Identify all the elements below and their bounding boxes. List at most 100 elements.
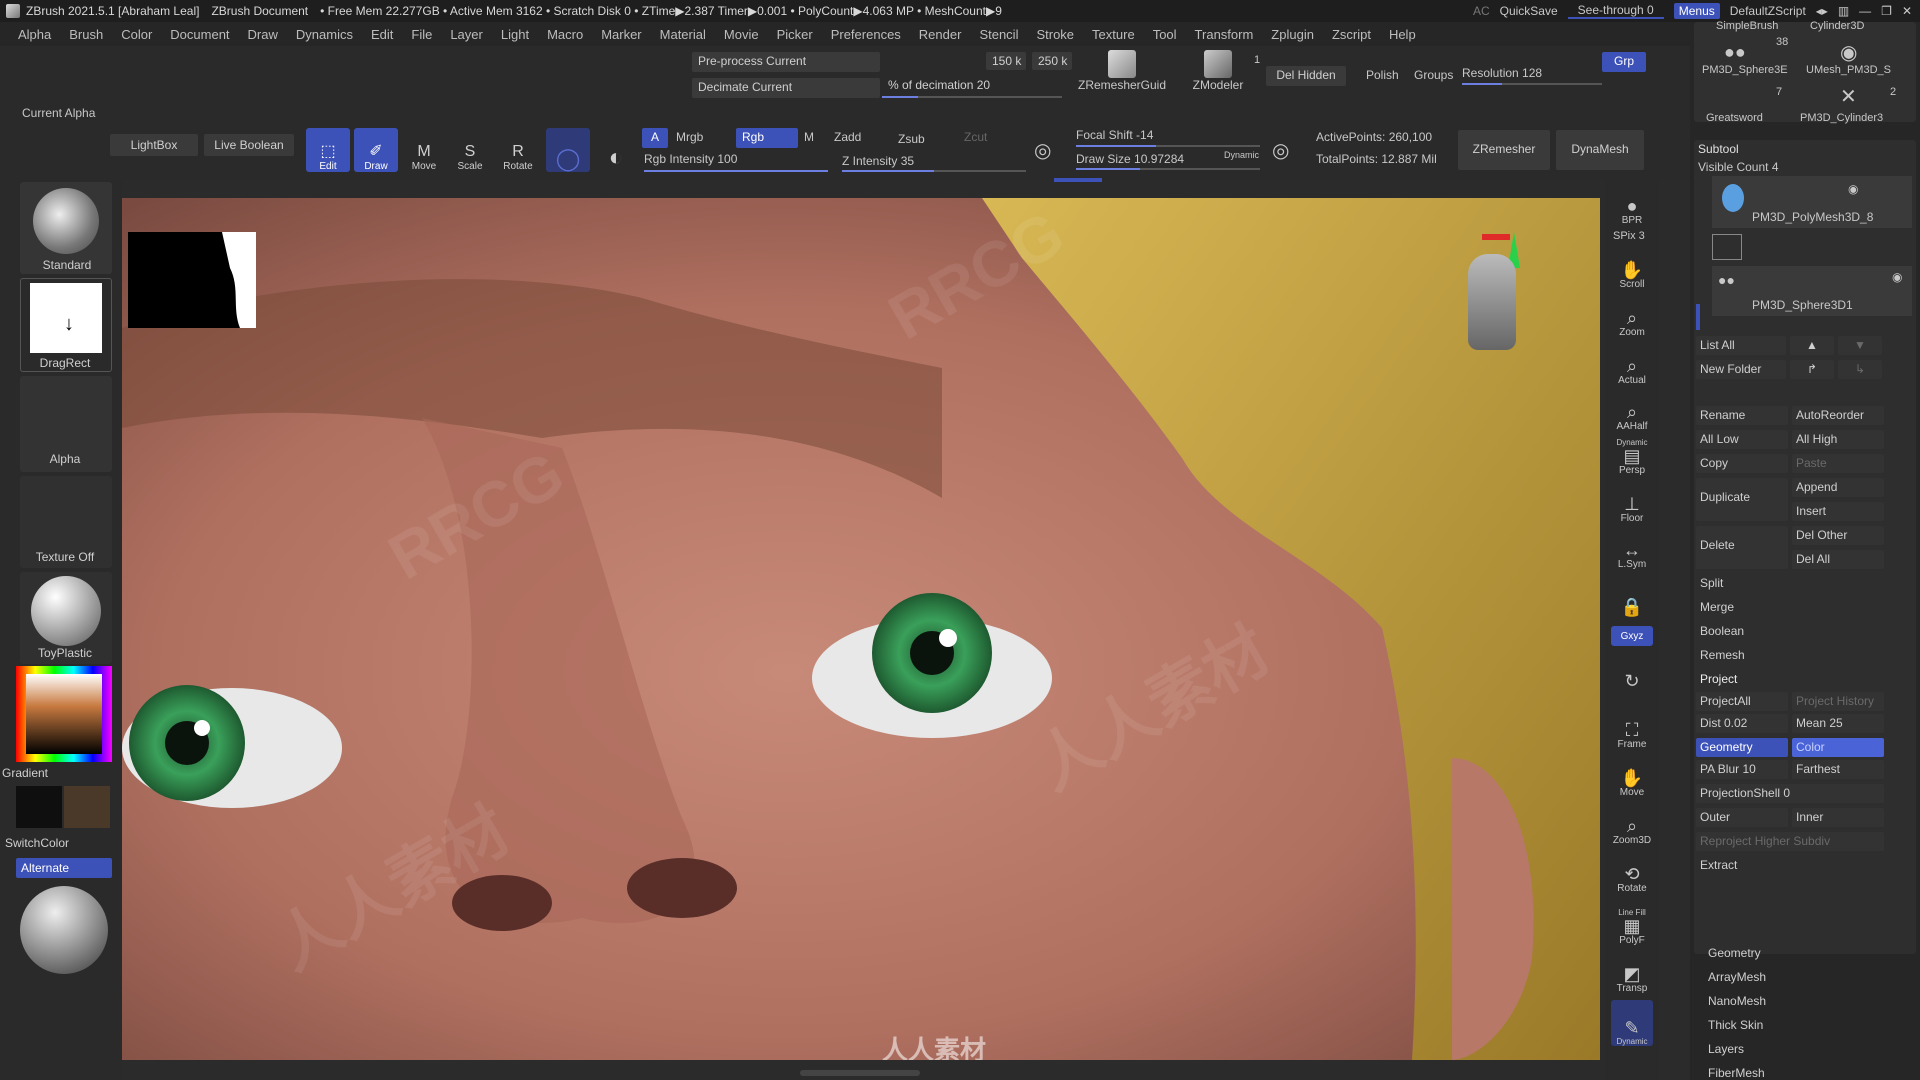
- a-toggle[interactable]: A: [642, 128, 668, 148]
- aahalf-button[interactable]: ⌕ AAHalf: [1611, 392, 1653, 432]
- menu-render[interactable]: Render: [919, 27, 962, 42]
- bpr-render-button[interactable]: ● BPR: [1611, 186, 1653, 226]
- menu-picker[interactable]: Picker: [777, 27, 813, 42]
- resolution-slider[interactable]: Resolution 128: [1462, 66, 1542, 80]
- all-low-button[interactable]: All Low: [1696, 430, 1788, 449]
- subtool-title[interactable]: Subtool: [1698, 142, 1739, 156]
- menu-material[interactable]: Material: [660, 27, 706, 42]
- primary-color-swatch[interactable]: [16, 786, 62, 828]
- decimate-current-button[interactable]: Decimate Current: [692, 78, 880, 98]
- sphere-tool-thumb[interactable]: ●● 38 PM3D_Sphere3E: [1702, 36, 1802, 78]
- rename-button[interactable]: Rename: [1696, 406, 1788, 425]
- matcap-sphere-preview[interactable]: [20, 886, 108, 974]
- del-hidden-button[interactable]: Del Hidden: [1266, 66, 1346, 86]
- floor-button[interactable]: ⊥ Floor: [1611, 484, 1653, 524]
- dynamesh-button[interactable]: DynaMesh: [1556, 130, 1644, 170]
- delete-button[interactable]: Delete: [1696, 526, 1788, 569]
- menu-transform[interactable]: Transform: [1195, 27, 1254, 42]
- menu-light[interactable]: Light: [501, 27, 529, 42]
- layout-icon[interactable]: ◂▸: [1816, 4, 1828, 18]
- rotate-axis-buttons[interactable]: ↻: [1611, 650, 1653, 690]
- move-up-icon[interactable]: ▲: [1790, 336, 1834, 355]
- scroll-button[interactable]: ✋ Scroll: [1611, 250, 1653, 290]
- persp-button[interactable]: Dynamic ▤ Persp: [1611, 436, 1653, 476]
- groups-toggle[interactable]: Groups: [1414, 68, 1453, 82]
- tool-menu-layers[interactable]: Layers: [1708, 1042, 1744, 1056]
- move3d-button[interactable]: ✋ Move: [1611, 758, 1653, 798]
- secondary-color-swatch[interactable]: [64, 786, 110, 828]
- remesh-section[interactable]: Remesh: [1696, 646, 1884, 665]
- geometry-toggle[interactable]: Geometry: [1696, 738, 1788, 757]
- paste-button[interactable]: Paste: [1792, 454, 1884, 473]
- spix-slider[interactable]: SPix 3: [1613, 230, 1645, 242]
- z-intensity-slider[interactable]: Z Intensity 35: [842, 154, 914, 168]
- zremesher-button[interactable]: ZRemesher: [1458, 130, 1550, 170]
- menu-movie[interactable]: Movie: [724, 27, 759, 42]
- move-mode-button[interactable]: M Move: [402, 128, 446, 172]
- menu-document[interactable]: Document: [170, 27, 229, 42]
- focal-shift-slider[interactable]: Focal Shift -14: [1076, 128, 1153, 142]
- preprocess-current-button[interactable]: Pre-process Current: [692, 52, 880, 72]
- tool-menu-arraymesh[interactable]: ArrayMesh: [1708, 970, 1766, 984]
- append-button[interactable]: Append: [1792, 478, 1884, 497]
- alternate-toggle[interactable]: Alternate: [16, 858, 112, 878]
- rotate3d-button[interactable]: ⟲ Rotate: [1611, 854, 1653, 894]
- close-icon[interactable]: ✕: [1902, 4, 1912, 18]
- folder-out-icon[interactable]: ↳: [1838, 360, 1882, 379]
- menu-color[interactable]: Color: [121, 27, 152, 42]
- tool-menu-geometry[interactable]: Geometry: [1708, 946, 1761, 960]
- move-down-icon[interactable]: ▼: [1838, 336, 1882, 355]
- color-square[interactable]: [26, 674, 102, 754]
- zsub-toggle[interactable]: Zsub: [898, 132, 925, 146]
- boolean-section[interactable]: Boolean: [1696, 622, 1884, 641]
- split-section[interactable]: Split: [1696, 574, 1884, 593]
- zmodeler-tool[interactable]: ZModeler: [1180, 50, 1256, 100]
- viewport-canvas[interactable]: RRCG RRCG 人人素材 人人素材 人人素材: [122, 198, 1600, 1060]
- ac-label[interactable]: AC: [1473, 4, 1490, 18]
- preset-150k-button[interactable]: 150 k: [986, 52, 1026, 70]
- subtool-item-polymesh[interactable]: ◉ PM3D_PolyMesh3D_8: [1712, 176, 1912, 228]
- switchcolor-button[interactable]: SwitchColor: [0, 836, 98, 850]
- list-all-button[interactable]: List All: [1696, 336, 1786, 355]
- actual-button[interactable]: ⌕ Actual: [1611, 346, 1653, 386]
- lightbox-button[interactable]: LightBox: [110, 134, 198, 156]
- menu-draw[interactable]: Draw: [248, 27, 278, 42]
- menu-stroke[interactable]: Stroke: [1036, 27, 1074, 42]
- live-boolean-button[interactable]: Live Boolean: [204, 134, 294, 156]
- menu-brush[interactable]: Brush: [69, 27, 103, 42]
- visibility-eye-icon-2[interactable]: ◉: [1892, 270, 1902, 284]
- insert-button[interactable]: Insert: [1792, 502, 1884, 521]
- menu-layer[interactable]: Layer: [450, 27, 483, 42]
- brush-mode-button[interactable]: ◯: [546, 128, 590, 172]
- transp-button[interactable]: ◩ Transp: [1611, 954, 1653, 994]
- solo-button[interactable]: ✎ Dynamic: [1611, 1000, 1653, 1046]
- default-zscript-button[interactable]: DefaultZScript: [1730, 4, 1806, 18]
- see-through-slider[interactable]: See-through 0: [1567, 3, 1664, 19]
- polish-button[interactable]: Polish: [1366, 68, 1399, 82]
- reproject-higher-subdiv-button[interactable]: Reproject Higher Subdiv: [1696, 832, 1884, 851]
- lock-button[interactable]: 🔒: [1611, 576, 1653, 616]
- grp-button[interactable]: Grp: [1602, 52, 1646, 72]
- preset-250k-button[interactable]: 250 k: [1032, 52, 1072, 70]
- dynamic-lock-icon[interactable]: ◎: [1272, 138, 1289, 163]
- folder-icon[interactable]: [1712, 234, 1742, 260]
- menu-stencil[interactable]: Stencil: [979, 27, 1018, 42]
- bottom-scroll-handle[interactable]: [800, 1070, 920, 1076]
- all-high-button[interactable]: All High: [1792, 430, 1884, 449]
- m-toggle[interactable]: M: [804, 130, 814, 144]
- extract-section[interactable]: Extract: [1696, 856, 1884, 875]
- mrgb-toggle[interactable]: Mrgb: [676, 130, 703, 144]
- tool-menu-nanomesh[interactable]: NanoMesh: [1708, 994, 1766, 1008]
- frame-button[interactable]: ⛶ Frame: [1611, 710, 1653, 750]
- tool-menu-thick-skin[interactable]: Thick Skin: [1708, 1018, 1763, 1032]
- menu-file[interactable]: File: [411, 27, 432, 42]
- color-picker[interactable]: [16, 666, 112, 762]
- folder-arrow-icon[interactable]: ↱: [1790, 360, 1834, 379]
- tool-menu-fibermesh[interactable]: FiberMesh: [1708, 1066, 1765, 1080]
- menu-dynamics[interactable]: Dynamics: [296, 27, 353, 42]
- menu-macro[interactable]: Macro: [547, 27, 583, 42]
- zadd-toggle[interactable]: Zadd: [834, 130, 861, 144]
- inner-toggle[interactable]: Inner: [1792, 808, 1884, 827]
- decimation-slider[interactable]: % of decimation 20: [882, 76, 1062, 96]
- project-section[interactable]: Project: [1696, 670, 1884, 689]
